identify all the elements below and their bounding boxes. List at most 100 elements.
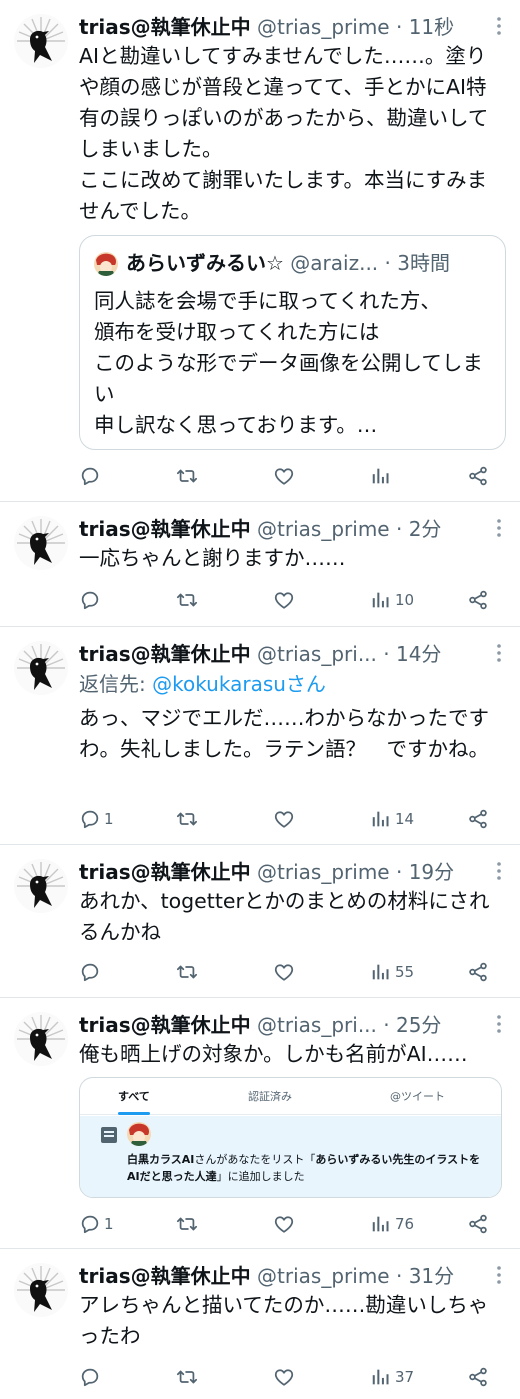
display-name[interactable]: trias@執筆休止中 — [79, 1013, 251, 1037]
views-button[interactable]: 14 — [370, 805, 414, 833]
user-handle[interactable]: @trias_prime — [257, 15, 390, 39]
tweet-text: あれか、togetterとかのまとめの材料にされるんかね — [79, 889, 490, 944]
avatar[interactable] — [14, 14, 68, 68]
views-count: 14 — [395, 810, 415, 828]
action-bar: 10 — [79, 586, 496, 614]
tweet[interactable]: trias@執筆休止中 @trias_prime · 2分 一応ちゃんと謝ります… — [0, 502, 520, 627]
share-button[interactable] — [467, 805, 489, 833]
tweet-header: trias@執筆休止中 @trias_prime · 19分 — [79, 857, 490, 887]
like-button[interactable] — [273, 805, 295, 833]
views-button[interactable]: 55 — [370, 958, 414, 986]
reply-button[interactable] — [79, 1363, 104, 1391]
retweet-icon — [176, 808, 198, 830]
views-button[interactable] — [370, 462, 395, 490]
tweet-header: trias@執筆休止中 @trias_pri... · 14分 — [79, 639, 490, 669]
tweet-header: trias@執筆休止中 @trias_prime · 2分 — [79, 514, 490, 544]
user-handle[interactable]: @trias_prime — [257, 517, 390, 541]
separator-dot: · — [384, 251, 391, 275]
views-button[interactable]: 37 — [370, 1363, 414, 1391]
like-icon — [273, 1366, 295, 1388]
share-button[interactable] — [467, 958, 489, 986]
tweet[interactable]: trias@執筆休止中 @trias_prime · 31分 アレちゃんと描いて… — [0, 1249, 520, 1399]
like-button[interactable] — [273, 462, 295, 490]
timestamp[interactable]: 14分 — [396, 642, 441, 666]
retweet-button[interactable] — [176, 1210, 198, 1238]
share-button[interactable] — [467, 586, 489, 614]
avatar[interactable] — [14, 1012, 68, 1066]
share-icon — [467, 1213, 489, 1235]
avatar[interactable] — [14, 641, 68, 695]
like-button[interactable] — [273, 958, 295, 986]
like-button[interactable] — [273, 1210, 295, 1238]
action-bar: 37 — [79, 1363, 496, 1391]
reply-mention-link[interactable]: @kokukarasu — [152, 672, 286, 696]
views-icon — [370, 465, 392, 487]
quoted-display-name: あらいずみるい☆ — [126, 251, 284, 275]
retweet-button[interactable] — [176, 586, 198, 614]
more-icon[interactable] — [492, 641, 506, 665]
share-button[interactable] — [467, 1363, 489, 1391]
user-handle[interactable]: @trias_pri... — [257, 642, 377, 666]
like-icon — [273, 465, 295, 487]
action-bar — [79, 462, 496, 490]
attached-image[interactable]: すべて 認証済み @ツイート 白黒カラスAIさんがあなたをリスト「あらいずみるい… — [79, 1077, 502, 1198]
image-notification-text: 白黒カラスAIさんがあなたをリスト「あらいずみるい先生のイラストをAIだと思った… — [127, 1151, 487, 1185]
user-handle[interactable]: @trias_prime — [257, 860, 390, 884]
timestamp[interactable]: 2分 — [409, 517, 442, 541]
views-button[interactable]: 76 — [370, 1210, 414, 1238]
reply-button[interactable]: 1 — [79, 805, 114, 833]
reply-icon — [79, 1213, 101, 1235]
timestamp[interactable]: 31分 — [409, 1264, 454, 1288]
share-icon — [467, 589, 489, 611]
more-icon[interactable] — [492, 1012, 506, 1036]
reply-button[interactable]: 1 — [79, 1210, 114, 1238]
reply-button[interactable] — [79, 462, 104, 490]
avatar[interactable] — [14, 1263, 68, 1317]
share-button[interactable] — [467, 462, 489, 490]
tweet-feed: trias@執筆休止中 @trias_prime · 11秒 AIと勘違いしてす… — [0, 0, 520, 1399]
reply-icon — [79, 465, 101, 487]
retweet-button[interactable] — [176, 958, 198, 986]
reply-button[interactable] — [79, 586, 104, 614]
quoted-tweet[interactable]: あらいずみるい☆ @araiz... · 3時間 同人誌を会場で手に取ってくれた… — [79, 235, 506, 450]
share-icon — [467, 808, 489, 830]
avatar[interactable] — [14, 516, 68, 570]
display-name[interactable]: trias@執筆休止中 — [79, 860, 251, 884]
views-icon — [370, 1213, 392, 1235]
avatar[interactable] — [14, 859, 68, 913]
display-name[interactable]: trias@執筆休止中 — [79, 517, 251, 541]
more-icon[interactable] — [492, 859, 506, 883]
image-tab-bar: すべて 認証済み @ツイート — [80, 1078, 501, 1115]
views-count: 55 — [395, 963, 415, 981]
views-count: 37 — [395, 1368, 415, 1386]
display-name[interactable]: trias@執筆休止中 — [79, 15, 251, 39]
timestamp[interactable]: 19分 — [409, 860, 454, 884]
tweet[interactable]: trias@執筆休止中 @trias_prime · 19分 あれか、toget… — [0, 845, 520, 998]
tweet[interactable]: trias@執筆休止中 @trias_pri... · 14分 返信先: @ko… — [0, 627, 520, 845]
retweet-button[interactable] — [176, 805, 198, 833]
like-button[interactable] — [273, 586, 295, 614]
share-icon — [467, 961, 489, 983]
reply-icon — [79, 589, 101, 611]
share-button[interactable] — [467, 1210, 489, 1238]
more-icon[interactable] — [492, 14, 506, 38]
timestamp[interactable]: 25分 — [396, 1013, 441, 1037]
timestamp[interactable]: 11秒 — [409, 15, 454, 39]
reply-context: 返信先: @kokukarasuさん — [79, 669, 326, 699]
reply-button[interactable] — [79, 958, 104, 986]
more-icon[interactable] — [492, 516, 506, 540]
tweet[interactable]: trias@執筆休止中 @trias_prime · 11秒 AIと勘違いしてす… — [0, 0, 520, 502]
retweet-button[interactable] — [176, 462, 198, 490]
notif-suffix: 」に追加しました — [216, 1170, 305, 1183]
display-name[interactable]: trias@執筆休止中 — [79, 642, 251, 666]
tweet-header: trias@執筆休止中 @trias_prime · 31分 — [79, 1261, 490, 1291]
views-button[interactable]: 10 — [370, 586, 414, 614]
retweet-button[interactable] — [176, 1363, 198, 1391]
action-bar: 55 — [79, 958, 496, 986]
more-icon[interactable] — [492, 1263, 506, 1287]
like-button[interactable] — [273, 1363, 295, 1391]
image-tab-mentions: @ツイート — [390, 1090, 445, 1103]
display-name[interactable]: trias@執筆休止中 — [79, 1264, 251, 1288]
user-handle[interactable]: @trias_pri... — [257, 1013, 377, 1037]
user-handle[interactable]: @trias_prime — [257, 1264, 390, 1288]
